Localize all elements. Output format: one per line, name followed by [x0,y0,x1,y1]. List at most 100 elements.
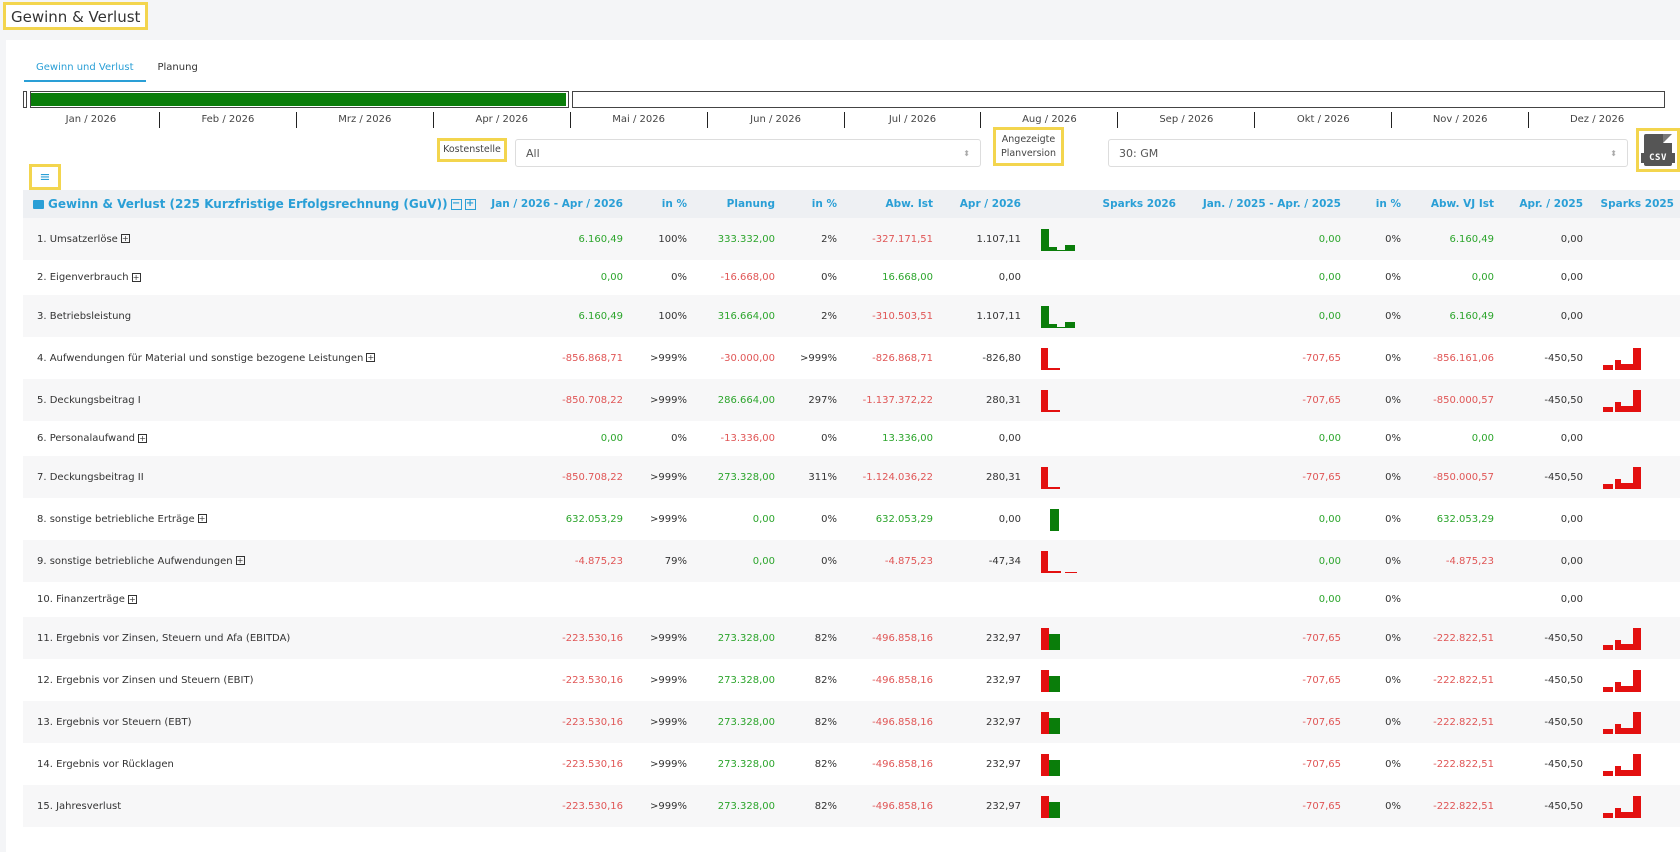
column-header[interactable]: Jan / 2026 - Apr / 2026 [485,190,629,218]
table-row[interactable]: 9. sonstige betriebliche Aufwendungen + -4… [23,540,1680,582]
sparkline-bar [1041,390,1048,412]
value-cell: 0% [1385,594,1401,605]
sparkline-cell [1027,379,1182,421]
csv-export-button[interactable]: CSV [1636,128,1680,172]
table-row[interactable]: 2. Eigenverbrauch +0,00 0% -16.668,00 0% 16.6… [23,260,1680,295]
value-cell: 0% [1385,433,1401,444]
value-cell: -222.822,51 [1433,758,1494,770]
sparkline [1595,626,1674,650]
value-cell: 82% [814,800,837,812]
sparkline-bar [1633,712,1641,734]
tab-bar: Gewinn und Verlust Planung [24,54,210,82]
collapse-all-button[interactable]: − [450,199,462,210]
slider-handle-start[interactable] [26,91,31,108]
value-cell: -707,65 [1302,716,1341,728]
sparkline-bar [1049,760,1060,776]
column-header[interactable]: Jan. / 2025 - Apr. / 2025 [1182,190,1347,218]
value-cell: -4.875,23 [574,555,623,567]
column-header[interactable]: Sparks 2026 [1027,190,1182,218]
value-cell [693,582,781,617]
column-header[interactable]: Sparks 2025 [1589,190,1680,218]
table-row[interactable]: 10. Finanzerträge +0,00 0% 0,00 [23,582,1680,617]
expand-row-icon[interactable]: + [197,514,207,523]
column-header[interactable]: in % [629,190,693,218]
table-row[interactable]: 4. Aufwendungen für Material und sonstig… [23,337,1680,379]
sparkline [1033,588,1176,612]
value-cell: -310.503,51 [872,310,933,322]
value-cell: -30.000,00 [720,352,775,364]
column-header[interactable]: Apr. / 2025 [1500,190,1589,218]
sparkline-bar [1041,754,1049,776]
value-cell: -13.336,00 [720,433,775,444]
value-cell: -450,50 [1544,758,1583,770]
value-cell: 232,97 [986,758,1021,770]
slider-handle-end[interactable] [568,91,573,108]
row-label-cell: 8. sonstige betriebliche Erträge + [23,498,485,540]
expand-row-icon[interactable]: + [138,433,148,443]
table-row[interactable]: 15. Jahresverlust -223.530,16 >999% 273.328… [23,785,1680,827]
table-row[interactable]: 12. Ergebnis vor Zinsen und Steuern (EBI… [23,659,1680,701]
column-header[interactable]: in % [1347,190,1407,218]
expand-row-icon[interactable]: + [127,594,137,604]
table-row[interactable]: 14. Ergebnis vor Rücklagen -223.530,16 >99… [23,743,1680,785]
value-cell: -327.171,51 [872,233,933,245]
column-header[interactable]: in % [781,190,843,218]
slider-range-fill [28,93,566,106]
value-cell: -450,50 [1544,394,1583,406]
expand-row-icon[interactable]: + [235,556,245,565]
month-range-slider[interactable] [23,91,1665,108]
row-label-cell: 6. Personalaufwand + [23,421,485,456]
value-cell: -47,34 [988,555,1021,567]
value-cell: 82% [814,632,837,644]
value-cell: -496.858,16 [872,716,933,728]
sparkline [1033,794,1176,818]
page-title: Gewinn & Verlust [3,2,149,30]
value-cell: -826,80 [982,352,1021,364]
value-cell: -450,50 [1544,632,1583,644]
kostenstelle-select[interactable]: All ⬍ [515,139,981,167]
value-cell: >999% [650,758,687,770]
sparkline-bar [1603,365,1613,370]
table-row[interactable]: 6. Personalaufwand +0,00 0% -13.336,00 0% 13.… [23,421,1680,456]
sparkline-bar [1041,229,1049,251]
table-row[interactable]: 11. Ergebnis vor Zinsen, Steuern und Afa… [23,617,1680,659]
value-cell: 0,00 [1318,555,1341,567]
value-cell: 273.328,00 [717,758,775,770]
value-cell: -850.708,22 [562,471,623,483]
value-cell: 232,97 [986,674,1021,686]
expand-row-icon[interactable]: + [120,234,130,243]
table-row[interactable]: 8. sonstige betriebliche Erträge + 632.053… [23,498,1680,540]
table-row[interactable]: 13. Ergebnis vor Steuern (EBT) -223.530,1… [23,701,1680,743]
table-row[interactable]: 1. Umsatzerlöse +6.160,49 100% 333.332,00 2%… [23,218,1680,260]
value-cell: 0,00 [1318,513,1341,525]
table-row[interactable]: 3. Betriebsleistung 6.160,49 100% 316.664,0… [23,295,1680,337]
planversion-label: Angezeigte Planversion [993,127,1064,166]
planversion-select[interactable]: 30: GM ⬍ [1108,139,1628,167]
column-header[interactable]: Abw. VJ Ist [1407,190,1500,218]
column-header[interactable]: Planung [693,190,781,218]
sparkline [1595,346,1674,370]
expand-row-icon[interactable]: + [131,272,141,282]
column-header[interactable]: Abw. Ist [843,190,939,218]
sparkline [1595,549,1674,573]
value-cell: 632.053,29 [875,513,933,525]
value-cell: -223.530,16 [562,758,623,770]
tab-planung[interactable]: Planung [146,54,210,82]
sparkline-bar [1603,729,1613,734]
table-row[interactable]: 5. Deckungsbeitrag I -850.708,22 >999% 286.… [23,379,1680,421]
expand-all-button[interactable]: + [464,199,476,210]
value-cell: -450,50 [1544,716,1583,728]
column-menu-button[interactable]: ≡ [29,164,61,190]
sparkline [1033,549,1176,573]
value-cell: -850.708,22 [562,394,623,406]
value-cell: 0,00 [1318,233,1341,245]
sparkline [1033,507,1176,531]
sparkline-cell [1589,337,1680,379]
value-cell: 0,00 [752,555,775,567]
tab-gewinn-und-verlust[interactable]: Gewinn und Verlust [24,54,146,82]
value-cell: 0,00 [1560,233,1583,245]
month-label: Jul / 2026 [845,112,982,128]
table-row[interactable]: 7. Deckungsbeitrag II -850.708,22 >999% 273… [23,456,1680,498]
column-header[interactable]: Apr / 2026 [939,190,1027,218]
expand-row-icon[interactable]: + [366,353,376,362]
